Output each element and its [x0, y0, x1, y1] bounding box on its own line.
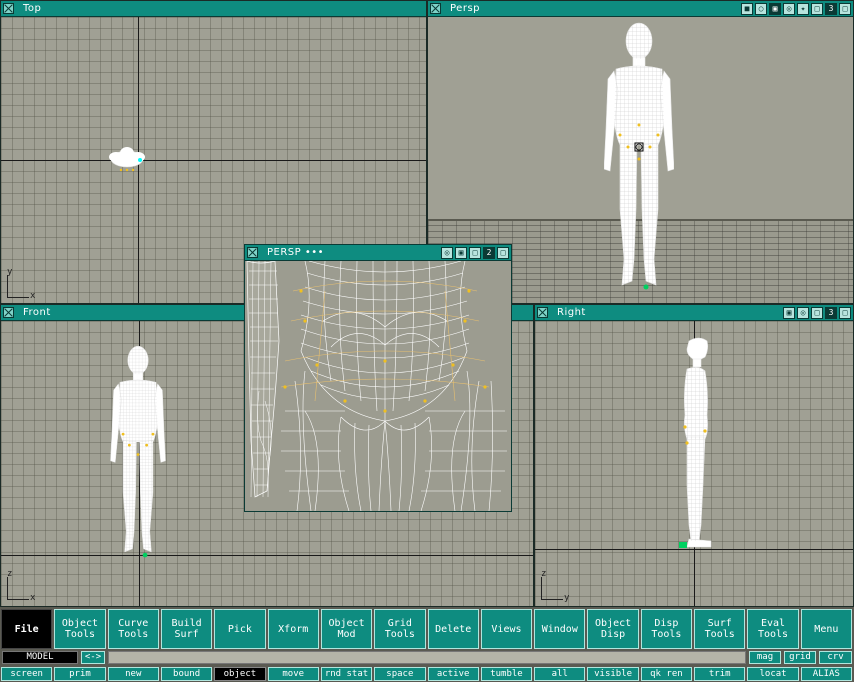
mode-tumble-button[interactable]: tumble: [480, 667, 533, 681]
mode-move-button[interactable]: move: [267, 667, 319, 681]
viewport-tools: ▣ ◎ □ 3 □: [783, 307, 851, 319]
viewport-number[interactable]: 3: [825, 307, 837, 319]
viewport-title: PERSP •••: [267, 247, 325, 258]
grid-axis-x: [1, 160, 426, 161]
arrows-toggle[interactable]: <->: [81, 651, 105, 664]
menu-surf-tools-button[interactable]: Surf Tools: [694, 609, 746, 649]
axis-label-z: z: [7, 569, 13, 579]
viewport-right[interactable]: Right ▣ ◎ □ 3 □ z y: [534, 304, 854, 607]
viewport-titlebar[interactable]: Persp ■ ○ ▣ ◎ ✦ □ 3 □: [428, 1, 853, 17]
mode-alias-button[interactable]: ALIAS: [800, 667, 852, 681]
axis-label-x: x: [30, 593, 36, 603]
mode-locat-button[interactable]: locat: [747, 667, 799, 681]
camera-icon[interactable]: ■: [741, 3, 753, 15]
viewport-title: Persp: [450, 3, 480, 14]
axis-triad: z x: [5, 569, 45, 605]
viewport-titlebar[interactable]: PERSP ••• ◎ ▣ □ 2 □: [245, 245, 511, 261]
model-persp-front[interactable]: [604, 19, 674, 294]
mode-bound-button[interactable]: bound: [160, 667, 213, 681]
close-icon[interactable]: [3, 3, 14, 14]
mode-new-button[interactable]: new: [107, 667, 159, 681]
maximize-icon[interactable]: □: [497, 247, 509, 259]
axis-triad: z y: [539, 569, 579, 605]
model-top-view[interactable]: [107, 143, 147, 177]
viewport-title: Right: [557, 307, 586, 318]
fit-icon[interactable]: □: [811, 307, 823, 319]
menu-eval-tools-button[interactable]: Eval Tools: [747, 609, 799, 649]
menu-pick-button[interactable]: Pick: [214, 609, 266, 649]
mode-screen-button[interactable]: screen: [1, 667, 53, 681]
menu-views-button[interactable]: Views: [480, 609, 533, 649]
mode-object-button[interactable]: object: [214, 667, 266, 681]
grid-axis-x: [1, 555, 533, 556]
viewport-title: Top: [23, 3, 42, 14]
viewport-tools: ◎ ▣ □ 2 □: [441, 247, 509, 259]
menu-window-button[interactable]: Window: [534, 609, 586, 649]
mode-space-button[interactable]: space: [374, 667, 426, 681]
model-front-view[interactable]: [105, 343, 171, 559]
menu-object-mod-button[interactable]: Object Mod: [320, 609, 373, 649]
dolly-icon[interactable]: ◎: [441, 247, 453, 259]
close-icon[interactable]: [430, 3, 441, 14]
menu-object-tools-button[interactable]: Object Tools: [54, 609, 106, 649]
menu-file-button[interactable]: File: [1, 609, 53, 649]
viewport-persp-closeup[interactable]: PERSP ••• ◎ ▣ □ 2 □: [244, 244, 512, 512]
mode-qk-ren-button[interactable]: qk ren: [640, 667, 693, 681]
prompt-line[interactable]: [108, 651, 746, 664]
fit-icon[interactable]: □: [811, 3, 823, 15]
axis-label-y: y: [564, 593, 570, 603]
zoom-icon[interactable]: ○: [755, 3, 767, 15]
viewport-number[interactable]: 2: [483, 247, 495, 259]
viewport-number[interactable]: 3: [825, 3, 837, 15]
axis-label-x: x: [30, 291, 36, 301]
dolly-icon[interactable]: ◎: [797, 307, 809, 319]
close-icon[interactable]: [247, 247, 258, 258]
curve-snap-toggle[interactable]: crv: [819, 651, 852, 664]
mode-all-button[interactable]: all: [534, 667, 586, 681]
menu-disp-tools-button[interactable]: Disp Tools: [640, 609, 693, 649]
axis-triad: y x: [5, 267, 45, 303]
model-closeup-wireframe[interactable]: [245, 261, 511, 511]
menu-delete-button[interactable]: Delete: [427, 609, 479, 649]
close-icon[interactable]: [3, 307, 14, 318]
mode-trim-button[interactable]: trim: [694, 667, 746, 681]
menu-menu-button[interactable]: Menu: [800, 609, 852, 649]
mag-toggle[interactable]: mag: [749, 651, 781, 664]
mode-indicator: MODEL: [2, 651, 78, 664]
maximize-icon[interactable]: □: [839, 307, 851, 319]
close-icon[interactable]: [537, 307, 548, 318]
track-icon[interactable]: ▣: [769, 3, 781, 15]
mode-prim-button[interactable]: prim: [54, 667, 106, 681]
maximize-icon[interactable]: □: [839, 3, 851, 15]
track-icon[interactable]: ▣: [455, 247, 467, 259]
axis-label-z: z: [541, 569, 547, 579]
viewport-titlebar[interactable]: Right ▣ ◎ □ 3 □: [535, 305, 853, 321]
menu-object-disp-button[interactable]: Object Disp: [587, 609, 639, 649]
viewport-tools: ■ ○ ▣ ◎ ✦ □ 3 □: [741, 3, 851, 15]
viewport-title: Front: [23, 307, 51, 318]
axis-label-y: y: [7, 267, 13, 277]
model-side-view[interactable]: [675, 335, 721, 551]
menu-grid-tools-button[interactable]: Grid Tools: [374, 609, 426, 649]
viewport-titlebar[interactable]: Top: [1, 1, 426, 17]
track-icon[interactable]: ▣: [783, 307, 795, 319]
mode-rnd-stat-button[interactable]: rnd stat: [320, 667, 373, 681]
menu-build-surf-button[interactable]: Build Surf: [160, 609, 213, 649]
grid-snap-toggle[interactable]: grid: [784, 651, 816, 664]
fit-icon[interactable]: □: [469, 247, 481, 259]
menu-curve-tools-button[interactable]: Curve Tools: [107, 609, 159, 649]
dolly-icon[interactable]: ◎: [783, 3, 795, 15]
tumble-icon[interactable]: ✦: [797, 3, 809, 15]
menu-xform-button[interactable]: Xform: [267, 609, 319, 649]
mode-active-button[interactable]: active: [427, 667, 479, 681]
mode-visible-button[interactable]: visible: [587, 667, 639, 681]
